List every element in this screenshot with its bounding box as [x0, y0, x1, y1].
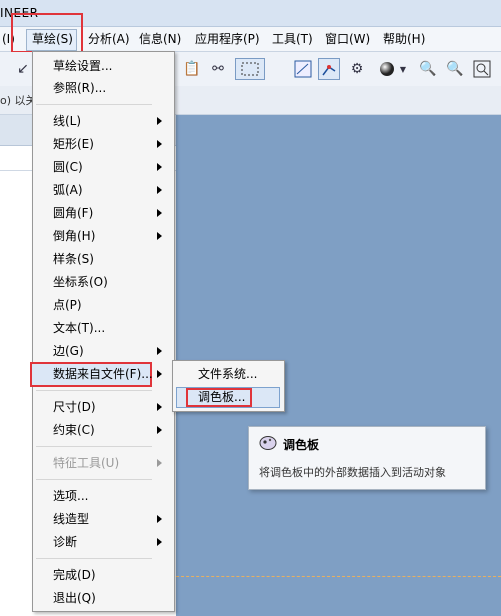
zoom-out-icon[interactable]: 🔍: [444, 58, 466, 80]
menu-separator: [36, 479, 152, 480]
binoculars-icon[interactable]: ⚯: [207, 58, 229, 80]
menu-separator: [36, 104, 152, 105]
menu-analysis[interactable]: 分析(A): [84, 31, 134, 48]
constraint-icon[interactable]: ⚙: [346, 58, 368, 80]
select-box-icon[interactable]: [235, 58, 265, 80]
menu-item-sketch-setup[interactable]: 草绘设置...: [53, 56, 112, 76]
shading-sphere-icon[interactable]: [376, 58, 398, 80]
submenu-arrow-icon: [157, 459, 162, 467]
submenu-arrow-icon: [157, 515, 162, 523]
menu-separator: [36, 446, 152, 447]
menu-item-dimension[interactable]: 尺寸(D): [53, 397, 96, 417]
menu-applications[interactable]: 应用程序(P): [191, 31, 264, 48]
menu-item-line-style[interactable]: 线造型: [53, 509, 89, 529]
menu-item-data-from-file[interactable]: 数据来自文件(F)...: [53, 364, 153, 384]
menu-info[interactable]: 信息(N): [135, 31, 185, 48]
sketch-dashed-line: [176, 576, 501, 577]
menu-item-fillet[interactable]: 圆角(F): [53, 203, 93, 223]
tooltip-title: 调色板: [283, 438, 320, 452]
menu-item-constraint[interactable]: 约束(C): [53, 420, 95, 440]
menu-item-point[interactable]: 点(P): [53, 295, 82, 315]
menu-window[interactable]: 窗口(W): [321, 31, 374, 48]
menu-item-line[interactable]: 线(L): [53, 111, 81, 131]
submenu-arrow-icon: [157, 209, 162, 217]
menu-separator: [36, 558, 152, 559]
submenu-arrow-icon: [157, 232, 162, 240]
palette-red-highlight: [186, 388, 252, 407]
submenu-arrow-icon: [157, 426, 162, 434]
menu-item-chamfer[interactable]: 倒角(H): [53, 226, 95, 246]
menu-item-arc[interactable]: 弧(A): [53, 180, 83, 200]
menu-item-feature-tools: 特征工具(U): [53, 456, 120, 470]
menu-tools[interactable]: 工具(T): [268, 31, 317, 48]
menu-item-circle[interactable]: 圆(C): [53, 157, 83, 177]
menu-help[interactable]: 帮助(H): [379, 31, 429, 48]
refit-icon[interactable]: [471, 58, 493, 80]
menu-item-rectangle[interactable]: 矩形(E): [53, 134, 94, 154]
tooltip-description: 将调色板中的外部数据插入到活动对象: [259, 466, 446, 479]
zoom-in-icon[interactable]: 🔍: [417, 58, 439, 80]
palette-icon: [259, 434, 277, 452]
menu-item-references[interactable]: 参照(R)...: [53, 78, 106, 98]
chevron-down-icon[interactable]: ▼: [398, 58, 408, 80]
submenu-arrow-icon: [157, 403, 162, 411]
menu-item-diagnostics[interactable]: 诊断: [53, 532, 77, 552]
menu-item-quit[interactable]: 退出(Q): [53, 588, 96, 608]
arrow-icon[interactable]: ↙: [12, 58, 34, 80]
submenu-arrow-icon: [157, 347, 162, 355]
submenu-arrow-icon: [157, 140, 162, 148]
menu-item-edge[interactable]: 边(G): [53, 341, 84, 361]
submenu-item-file-system[interactable]: 文件系统...: [198, 364, 257, 384]
sketch-tool-icon[interactable]: [318, 58, 340, 80]
submenu-arrow-icon: [157, 186, 162, 194]
menu-item-text[interactable]: 文本(T)...: [53, 318, 105, 338]
menu-item-done[interactable]: 完成(D): [53, 565, 96, 585]
paste-icon[interactable]: 📋: [181, 58, 203, 80]
sketch-view-icon[interactable]: [292, 58, 314, 80]
submenu-arrow-icon: [157, 117, 162, 125]
submenu-arrow-icon: [157, 163, 162, 171]
submenu-arrow-icon: [157, 538, 162, 546]
menu-item-options[interactable]: 选项...: [53, 486, 88, 506]
menu-separator: [36, 390, 152, 391]
menu-item-spline[interactable]: 样条(S): [53, 249, 94, 269]
submenu-arrow-icon: [157, 370, 162, 378]
menu-item-coordinate-system[interactable]: 坐标系(O): [53, 272, 108, 292]
sketch-menu-highlight: [11, 13, 83, 53]
